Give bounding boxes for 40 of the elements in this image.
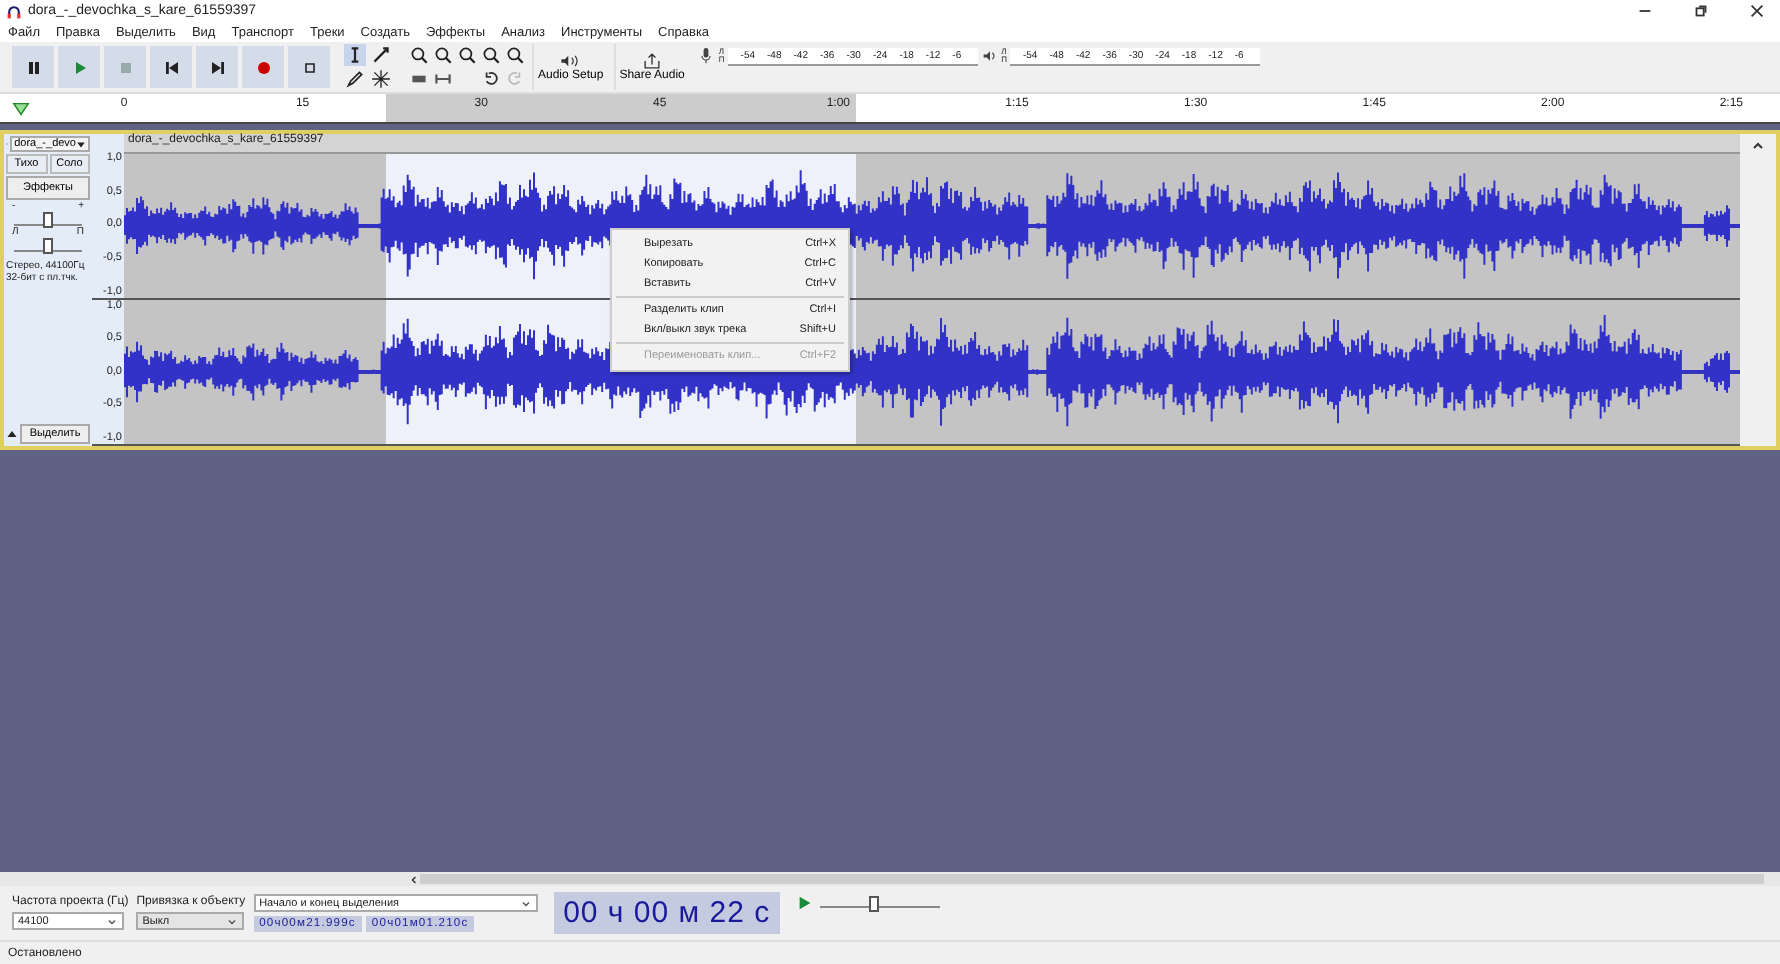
undo-icon[interactable] bbox=[480, 68, 502, 90]
multi-tool-icon[interactable] bbox=[370, 68, 392, 90]
play-at-speed-icon[interactable] bbox=[796, 894, 815, 912]
app-logo-icon bbox=[6, 3, 22, 19]
speaker-icon bbox=[558, 52, 583, 70]
scroll-up-icon[interactable] bbox=[1750, 138, 1766, 154]
pan-slider-thumb[interactable] bbox=[43, 238, 53, 254]
chevron-down-icon bbox=[226, 915, 239, 927]
caret-icon bbox=[76, 139, 86, 149]
chevron-down-icon bbox=[106, 915, 118, 927]
collapse-icon[interactable] bbox=[6, 428, 18, 440]
gain-slider-thumb[interactable] bbox=[43, 212, 53, 228]
skip-to-end-icon bbox=[207, 57, 227, 77]
record-icon bbox=[253, 57, 273, 77]
playhead-icon[interactable] bbox=[12, 100, 30, 118]
pencil-icon[interactable] bbox=[344, 68, 366, 90]
scrollbar-thumb[interactable] bbox=[420, 874, 1764, 884]
scroll-left-icon[interactable] bbox=[408, 873, 420, 885]
restore-icon[interactable] bbox=[1692, 2, 1710, 20]
zoom-icon[interactable] bbox=[456, 44, 478, 66]
skip-to-start-button[interactable] bbox=[150, 46, 192, 88]
skip-to-start-icon bbox=[161, 57, 181, 77]
zoom-icon[interactable] bbox=[504, 44, 526, 66]
zoom-icon[interactable] bbox=[432, 44, 454, 66]
pause-icon bbox=[23, 57, 43, 77]
audio-position-display[interactable]: 00 ч 00 м 22 с bbox=[553, 892, 781, 934]
speed-slider-thumb[interactable] bbox=[869, 896, 880, 912]
record-button[interactable] bbox=[242, 46, 284, 88]
envelope-tool-icon[interactable] bbox=[370, 44, 392, 66]
pause-button[interactable] bbox=[12, 46, 54, 88]
zoom-icon[interactable] bbox=[480, 44, 502, 66]
share-icon bbox=[640, 52, 665, 70]
stop-icon bbox=[115, 57, 135, 77]
loop-button[interactable] bbox=[288, 46, 330, 88]
microphone-icon[interactable] bbox=[698, 46, 715, 66]
selection-tool-icon[interactable] bbox=[344, 44, 366, 66]
zoom-icon[interactable] bbox=[408, 44, 430, 66]
skip-to-end-button[interactable] bbox=[196, 46, 238, 88]
chevron-down-icon bbox=[519, 897, 532, 909]
speaker-icon[interactable] bbox=[981, 46, 998, 66]
